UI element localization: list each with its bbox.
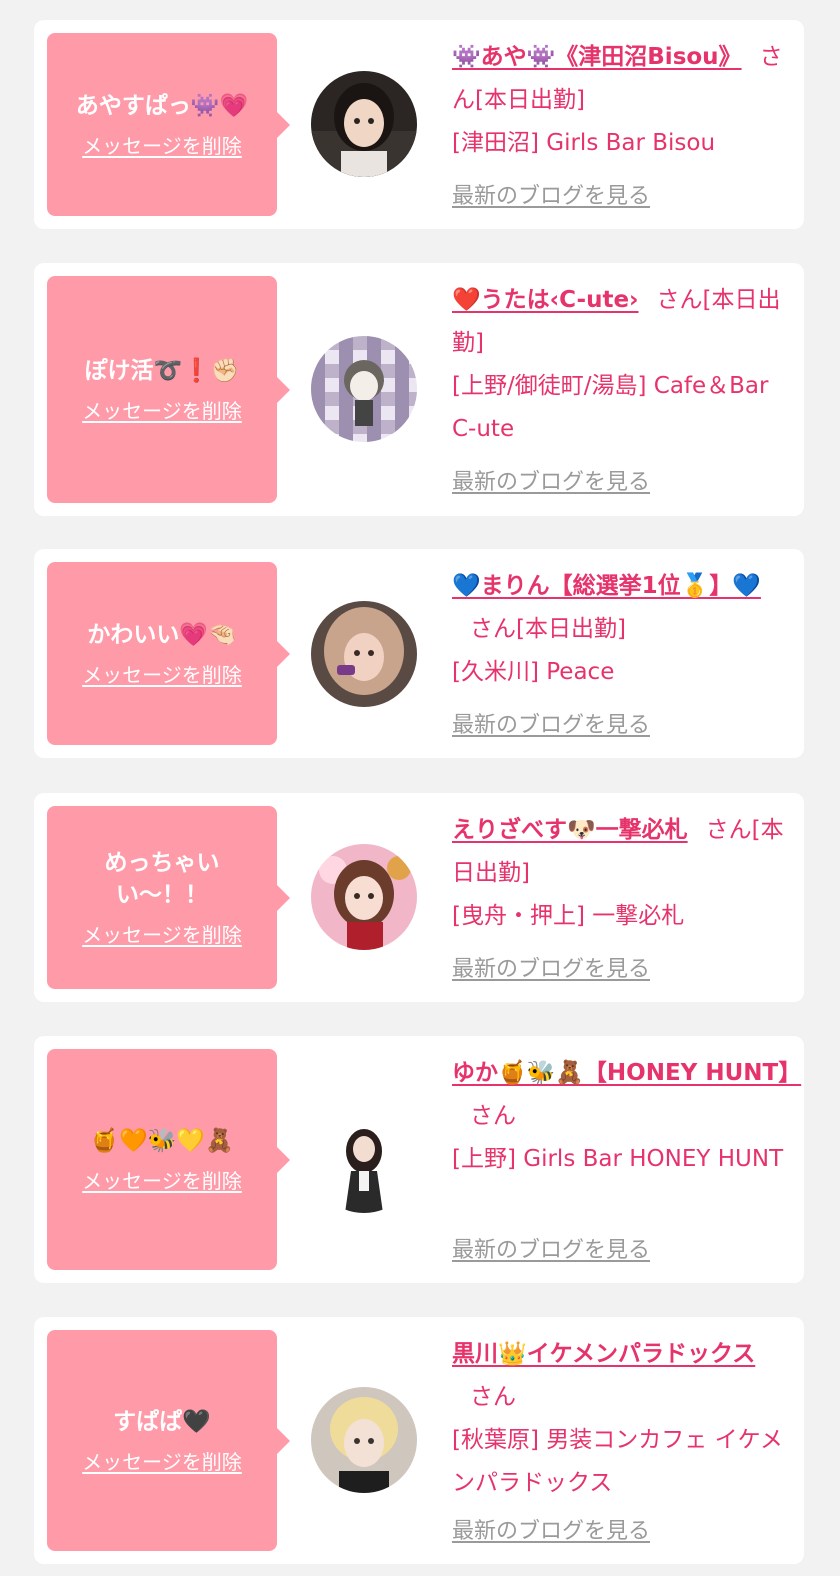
latest-blog-link[interactable]: 最新のブログを見る: [452, 1232, 650, 1264]
cast-name-link[interactable]: 黒川👑イケメンパラドックス: [452, 1341, 755, 1367]
message-bubble: ぽけ活➰❗✊🏻 メッセージを削除: [47, 276, 290, 503]
shop-name: [津田沼] Girls Bar Bisou: [452, 130, 716, 156]
message-card: かわいい💗🤏🏻 メッセージを削除 💙まりん【総選挙1位🥇】💙 さん[本日出勤] […: [34, 549, 804, 758]
delete-message-link[interactable]: メッセージを削除: [82, 659, 242, 688]
shop-name: [上野/御徒町/湯島] Cafe＆Bar C-ute: [452, 373, 769, 442]
message-text: 🍯🧡🐝💛🧸: [90, 1128, 234, 1154]
latest-blog-link[interactable]: 最新のブログを見る: [452, 951, 650, 983]
message-text: すぱぱ🖤: [113, 1409, 211, 1435]
message-text: かわいい💗🤏🏻: [87, 622, 237, 648]
cast-info: ❤️うたは‹C-ute› さん[本日出勤] [上野/御徒町/湯島] Cafe＆Ba…: [452, 279, 792, 451]
message-card: すぱぱ🖤 メッセージを削除 黒川👑イケメンパラドックスさん [秋葉原] 男装コン…: [34, 1317, 804, 1564]
cast-info: 💙まりん【総選挙1位🥇】💙 さん[本日出勤] [久米川] Peace: [452, 565, 792, 694]
avatar[interactable]: [311, 1387, 417, 1493]
latest-blog-link[interactable]: 最新のブログを見る: [452, 178, 650, 210]
cast-info: 黒川👑イケメンパラドックスさん [秋葉原] 男装コンカフェ イケメンパラドックス: [452, 1333, 792, 1505]
cast-name-link[interactable]: ❤️うたは‹C-ute›: [452, 287, 639, 313]
message-card: あやすぱっ👾💗 メッセージを削除 👾あや👾《津田沼Bisou》 さん[本日出勤] …: [34, 20, 804, 229]
message-bubble: すぱぱ🖤 メッセージを削除: [47, 1330, 290, 1551]
cast-info: 👾あや👾《津田沼Bisou》 さん[本日出勤] [津田沼] Girls Bar B…: [452, 36, 792, 165]
latest-blog-link[interactable]: 最新のブログを見る: [452, 1513, 650, 1545]
delete-message-link[interactable]: メッセージを削除: [82, 919, 242, 948]
message-text: ぽけ活➰❗✊🏻: [84, 358, 240, 384]
cast-suffix: さん: [470, 1384, 516, 1410]
cast-name-link[interactable]: ゆか🍯🐝🧸【HONEY HUNT】: [452, 1060, 801, 1086]
message-text: あやすぱっ👾💗: [75, 93, 249, 119]
latest-blog-link[interactable]: 最新のブログを見る: [452, 707, 650, 739]
message-bubble: 🍯🧡🐝💛🧸 メッセージを削除: [47, 1049, 290, 1270]
avatar[interactable]: [311, 601, 417, 707]
delete-message-link[interactable]: メッセージを削除: [82, 1446, 242, 1475]
cast-name-link[interactable]: 💙まりん【総選挙1位🥇】💙: [452, 573, 761, 599]
delete-message-link[interactable]: メッセージを削除: [82, 395, 242, 424]
avatar[interactable]: [311, 844, 417, 950]
message-bubble: かわいい💗🤏🏻 メッセージを削除: [47, 562, 290, 745]
shop-name: [久米川] Peace: [452, 659, 615, 685]
shop-name: [曳舟・押上] 一撃必札: [452, 903, 685, 929]
message-card: めっちゃいい〜！！ メッセージを削除 えりざべす🐶一撃必札 さん[本日出勤] [曳…: [34, 793, 804, 1002]
avatar[interactable]: [311, 71, 417, 177]
cast-suffix: さん: [470, 1103, 516, 1129]
cast-info: えりざべす🐶一撃必札 さん[本日出勤] [曳舟・押上] 一撃必札: [452, 809, 792, 938]
message-card: 🍯🧡🐝💛🧸 メッセージを削除 ゆか🍯🐝🧸【HONEY HUNT】さん [上野] …: [34, 1036, 804, 1283]
shop-name: [秋葉原] 男装コンカフェ イケメンパラドックス: [452, 1427, 783, 1496]
delete-message-link[interactable]: メッセージを削除: [82, 1165, 242, 1194]
delete-message-link[interactable]: メッセージを削除: [82, 130, 242, 159]
avatar[interactable]: [311, 336, 417, 442]
cast-info: ゆか🍯🐝🧸【HONEY HUNT】さん [上野] Girls Bar HONEY…: [452, 1052, 801, 1181]
message-bubble: あやすぱっ👾💗 メッセージを削除: [47, 33, 290, 216]
message-text: めっちゃいい〜！！: [104, 850, 220, 908]
shop-name: [上野] Girls Bar HONEY HUNT: [452, 1146, 784, 1172]
cast-name-link[interactable]: えりざべす🐶一撃必札: [452, 817, 688, 843]
message-list: あやすぱっ👾💗 メッセージを削除 👾あや👾《津田沼Bisou》 さん[本日出勤] …: [0, 0, 840, 1576]
cast-name-link[interactable]: 👾あや👾《津田沼Bisou》: [452, 44, 742, 70]
message-bubble: めっちゃいい〜！！ メッセージを削除: [47, 806, 290, 989]
avatar[interactable]: [311, 1107, 417, 1213]
latest-blog-link[interactable]: 最新のブログを見る: [452, 464, 650, 496]
message-card: ぽけ活➰❗✊🏻 メッセージを削除 ❤️うたは‹C-ute› さん[本日出勤] […: [34, 263, 804, 516]
cast-suffix: さん[本日出勤]: [470, 616, 626, 642]
